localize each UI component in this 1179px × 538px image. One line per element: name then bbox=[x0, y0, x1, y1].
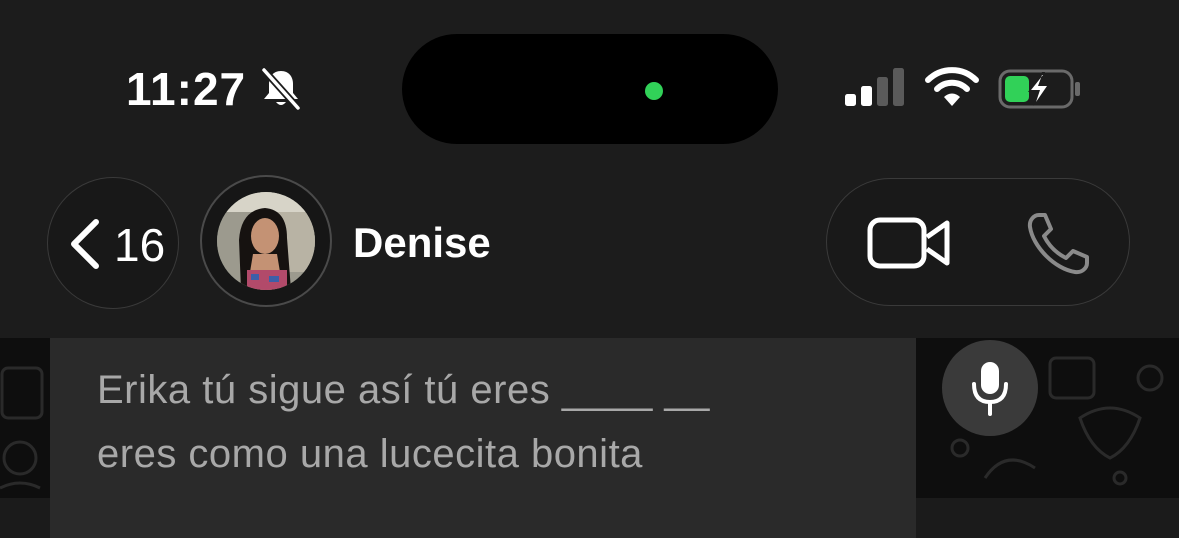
message-text: Erika tú sigue así tú eres ____ __ eres … bbox=[97, 368, 710, 476]
avatar bbox=[217, 192, 315, 290]
bell-slash-icon bbox=[260, 66, 302, 112]
video-camera-icon[interactable] bbox=[867, 215, 951, 271]
battery-charging-icon bbox=[998, 69, 1080, 109]
phone-icon[interactable] bbox=[1025, 211, 1091, 277]
message-bubble[interactable]: Erika tú sigue así tú eres ____ __ eres … bbox=[50, 338, 916, 538]
dynamic-island bbox=[402, 34, 778, 144]
wifi-icon bbox=[925, 67, 979, 106]
contact-name[interactable]: Denise bbox=[353, 218, 491, 268]
unread-count: 16 bbox=[114, 219, 166, 271]
back-button[interactable]: 16 bbox=[47, 177, 179, 309]
call-actions bbox=[826, 178, 1130, 306]
camera-in-use-indicator bbox=[645, 82, 663, 100]
chevron-left-icon bbox=[71, 219, 99, 269]
contact-avatar-button[interactable] bbox=[200, 175, 332, 307]
microphone-icon bbox=[972, 362, 1008, 416]
cellular-signal-icon bbox=[845, 68, 904, 106]
avatar-photo bbox=[217, 192, 315, 290]
voice-message-button[interactable] bbox=[942, 340, 1038, 436]
status-time: 11:27 bbox=[126, 63, 247, 115]
